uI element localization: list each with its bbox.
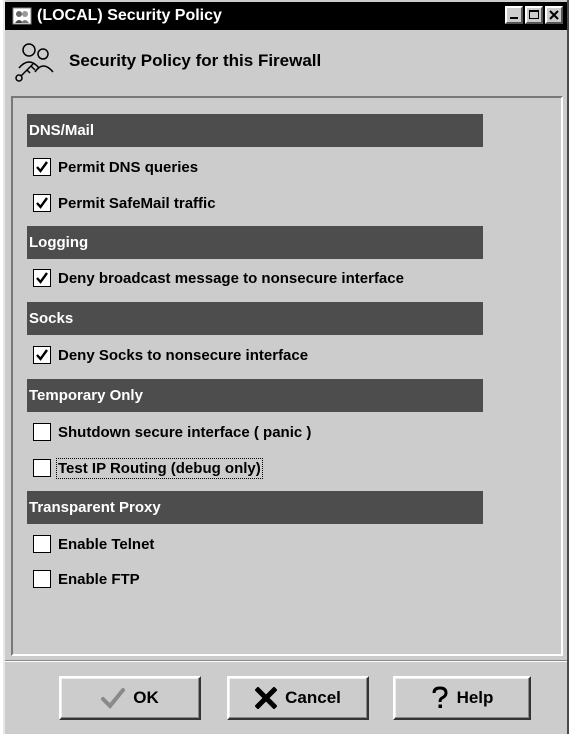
section-socks: Socks xyxy=(27,302,483,335)
option-deny-socks[interactable]: Deny Socks to nonsecure interface xyxy=(33,343,308,367)
checkbox[interactable] xyxy=(33,570,51,588)
minimize-button[interactable] xyxy=(505,6,523,24)
option-label: Permit DNS queries xyxy=(58,158,199,176)
window-title: (LOCAL) Security Policy xyxy=(37,7,222,24)
minimize-icon xyxy=(510,17,518,19)
checkbox[interactable] xyxy=(33,423,51,441)
option-label: Enable Telnet xyxy=(58,535,155,553)
footer-divider xyxy=(5,660,567,662)
section-transparent-proxy: Transparent Proxy xyxy=(27,491,483,524)
maximize-icon xyxy=(529,10,539,19)
option-label: Permit SafeMail traffic xyxy=(58,194,216,212)
close-icon xyxy=(549,10,559,20)
option-enable-ftp[interactable]: Enable FTP xyxy=(33,567,140,591)
cancel-button[interactable]: Cancel xyxy=(227,676,369,720)
section-temporary-only: Temporary Only xyxy=(27,379,483,412)
question-mark-icon xyxy=(431,686,449,710)
ok-label: OK xyxy=(133,688,159,707)
security-policy-window: (LOCAL) Security Policy Security Policy … xyxy=(3,0,569,734)
section-dns-mail: DNS/Mail xyxy=(27,114,483,147)
title-bar[interactable]: (LOCAL) Security Policy xyxy=(5,2,567,30)
app-icon[interactable] xyxy=(11,6,33,26)
dialog-header: Security Policy for this Firewall xyxy=(5,30,567,92)
help-label: Help xyxy=(456,688,494,707)
option-permit-safemail-traffic[interactable]: Permit SafeMail traffic xyxy=(33,191,216,215)
option-permit-dns-queries[interactable]: Permit DNS queries xyxy=(33,155,198,179)
checkbox[interactable] xyxy=(33,194,51,212)
close-button[interactable] xyxy=(545,6,563,24)
help-button[interactable]: Help xyxy=(393,676,531,720)
checkbox[interactable] xyxy=(33,459,51,477)
checkmark-icon xyxy=(36,197,48,209)
option-label: Deny broadcast message to nonsecure inte… xyxy=(58,269,404,287)
option-label: Enable FTP xyxy=(58,570,140,588)
checkbox[interactable] xyxy=(33,346,51,364)
checkmark-icon xyxy=(101,687,126,709)
option-label: Deny Socks to nonsecure interface xyxy=(58,346,309,364)
maximize-button[interactable] xyxy=(525,6,543,24)
policy-options-panel: DNS/Mail Permit DNS queries Permit SafeM… xyxy=(11,96,563,656)
option-deny-broadcast[interactable]: Deny broadcast message to nonsecure inte… xyxy=(33,266,404,290)
x-icon xyxy=(255,687,278,709)
option-test-ip-routing[interactable]: Test IP Routing (debug only) xyxy=(33,456,263,480)
checkbox[interactable] xyxy=(33,269,51,287)
checkmark-icon xyxy=(36,272,48,284)
dialog-heading: Security Policy for this Firewall xyxy=(69,51,322,70)
cancel-label: Cancel xyxy=(285,688,341,707)
option-enable-telnet[interactable]: Enable Telnet xyxy=(33,532,154,556)
ok-button[interactable]: OK xyxy=(59,676,201,720)
checkbox[interactable] xyxy=(33,158,51,176)
checkmark-icon xyxy=(36,349,48,361)
option-label: Shutdown secure interface ( panic ) xyxy=(58,423,312,441)
checkmark-icon xyxy=(36,161,48,173)
section-logging: Logging xyxy=(27,226,483,259)
option-label: Test IP Routing (debug only) xyxy=(56,457,263,479)
checkbox[interactable] xyxy=(33,535,51,553)
option-shutdown-secure-interface[interactable]: Shutdown secure interface ( panic ) xyxy=(33,420,311,444)
people-key-icon xyxy=(15,43,54,82)
